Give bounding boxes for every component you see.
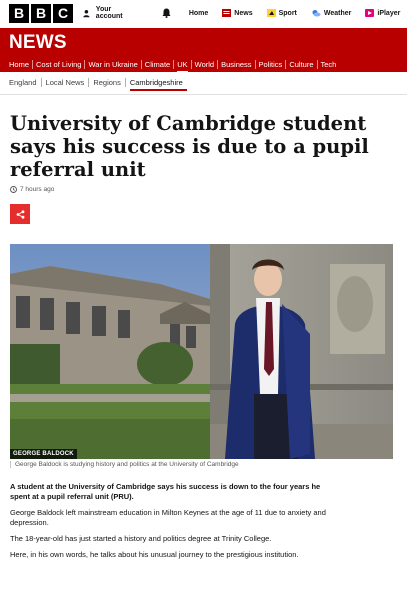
global-nav-iplayer[interactable]: iPlayer [365, 9, 400, 17]
global-nav-label: Home [188, 9, 209, 17]
photo-credit: GEORGE BALDOCK [10, 449, 77, 459]
bbc-logo-letter: B [9, 3, 29, 23]
article-paragraph: The 18-year-old has just started a histo… [10, 534, 272, 543]
clock-icon [10, 186, 17, 193]
weather-icon [311, 9, 321, 17]
subnav-item[interactable]: England [9, 78, 42, 87]
news-nav-item[interactable]: Climate [142, 59, 175, 69]
global-nav-label: iPlayer [377, 9, 401, 17]
article-paragraph: George Baldock left mainstream education… [10, 508, 326, 527]
article-paragraph: Here, in his own words, he talks about h… [10, 550, 299, 559]
news-nav-item[interactable]: Business [218, 59, 256, 69]
news-nav-item[interactable]: Politics [256, 59, 287, 69]
bbc-logo-letter: B [31, 3, 51, 23]
news-nav: Home Cost of Living War in Ukraine Clima… [0, 56, 407, 73]
global-nav-weather[interactable]: Weather [311, 9, 352, 17]
news-icon [222, 9, 232, 17]
article-body: A student at the University of Cambridge… [10, 482, 340, 566]
news-nav-item[interactable]: World [192, 59, 219, 69]
news-nav-item[interactable]: Home [9, 59, 34, 69]
news-nav-item[interactable]: Tech [318, 60, 340, 69]
global-nav: Home News Sport Weather iPlayer [189, 9, 407, 17]
divider [0, 94, 407, 95]
news-logo[interactable]: NEWS [9, 32, 67, 54]
global-nav-label: Weather [323, 9, 352, 17]
global-nav-news[interactable]: News [222, 9, 253, 17]
global-nav-label: Sport [278, 9, 297, 17]
global-nav-label: News [234, 9, 253, 17]
image-caption: George Baldock is studying history and p… [10, 461, 393, 468]
news-nav-item[interactable]: Culture [286, 59, 318, 69]
subnav-item[interactable]: Regions [89, 78, 126, 87]
article-headline: University of Cambridge student says his… [10, 112, 369, 181]
bbc-logo-letter: C [53, 3, 73, 23]
subnav-item-active[interactable]: Cambridgeshire [126, 78, 187, 91]
news-nav-item-active[interactable]: UK [174, 59, 192, 73]
timestamp-text: 7 hours ago [20, 186, 55, 193]
hero-photo [10, 244, 393, 459]
global-nav-home[interactable]: Home [189, 10, 208, 17]
iplayer-icon [365, 9, 375, 17]
account-label: Your account [95, 6, 123, 20]
sport-icon [266, 9, 276, 17]
news-nav-item[interactable]: War in Ukraine [85, 59, 142, 69]
article-hero-image: GEORGE BALDOCK [10, 244, 393, 459]
news-nav-item[interactable]: Cost of Living [33, 59, 86, 69]
account-link[interactable]: Your account [83, 6, 126, 20]
user-icon [83, 9, 90, 17]
article-lead-paragraph: A student at the University of Cambridge… [10, 482, 321, 501]
share-icon [16, 209, 24, 219]
breadcrumb-nav: England Local News Regions Cambridgeshir… [9, 78, 187, 91]
bbc-logo[interactable]: B B C [9, 3, 73, 23]
share-button[interactable] [10, 204, 30, 224]
global-nav-sport[interactable]: Sport [266, 9, 297, 17]
news-banner: NEWS [0, 28, 407, 56]
bell-icon [162, 8, 171, 18]
global-header: B B C Your account Home News Sport Weath… [0, 0, 407, 26]
article-timestamp: 7 hours ago [10, 186, 54, 193]
notifications-button[interactable] [162, 8, 171, 18]
subnav-item[interactable]: Local News [42, 78, 90, 87]
